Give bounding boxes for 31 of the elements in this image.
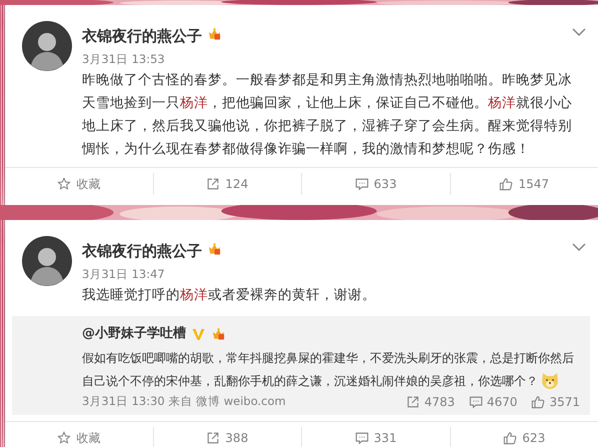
user-name[interactable]: 衣锦夜行的燕公子 (82, 240, 202, 262)
thumbs-up-icon (503, 431, 518, 445)
thumbs-up-icon (499, 177, 514, 191)
dog-emoji-icon (540, 370, 560, 390)
chevron-down-icon[interactable] (572, 243, 586, 251)
chevron-down-icon[interactable] (572, 28, 586, 36)
crown-badge-icon (211, 327, 226, 341)
crown-badge-icon (207, 27, 222, 41)
post-time[interactable]: 3月31日 13:53 (82, 52, 165, 66)
user-name[interactable]: 衣锦夜行的燕公子 (82, 25, 202, 47)
post-time[interactable]: 3月31日 13:47 (82, 267, 165, 281)
post-text: 昨晚做了个古怪的春梦。一般春梦都是和男主角激情热烈地啪啪啪。昨晚梦见冰天雪地捡到一只杨洋，把他骗回家，让他上床，保证自己不碰他。杨洋就很小心地上床了，然后我又骗他说，你把裤子脱了，湿裤子穿了会生病。醒来觉得特别惆怅，为什么现在春梦都做得像诈骗一样啊，我的激情和梦想呢？伤感！ (82, 71, 573, 159)
stat-button[interactable]: 4783 (406, 394, 455, 408)
star-icon (57, 431, 72, 445)
stat-button[interactable]: 3571 (531, 394, 580, 408)
comment-icon (354, 431, 369, 445)
repost-text: 假如有吃饭吧唧嘴的胡歌，常年抖腿挖鼻屎的霍建华，不爱洗头刷牙的张震，总是打断你然后自己说个不停的宋仲基，乱翻你手机的薛之谦，沉迷婚礼闹伴娘的吴彦祖，你选哪个？ (82, 350, 575, 392)
user-name[interactable]: @小野妹子学吐槽 (82, 324, 186, 344)
post-text: 我选睡觉打呼的杨洋或者爱裸奔的黄轩，谢谢。 (82, 286, 377, 305)
stat-button[interactable]: 4670 (468, 394, 518, 408)
comment-icon (468, 394, 483, 408)
star-icon (57, 177, 72, 191)
comment-icon (354, 177, 369, 191)
share-icon (406, 394, 420, 408)
avatar[interactable] (22, 21, 72, 71)
crown-badge-icon (207, 242, 222, 256)
repost-meta: 3月31日 13:30 来自 微博 weibo.com (82, 394, 286, 409)
thumbs-up-icon (531, 394, 546, 408)
avatar[interactable] (22, 236, 72, 286)
share-icon (206, 177, 220, 191)
share-icon (206, 431, 220, 445)
